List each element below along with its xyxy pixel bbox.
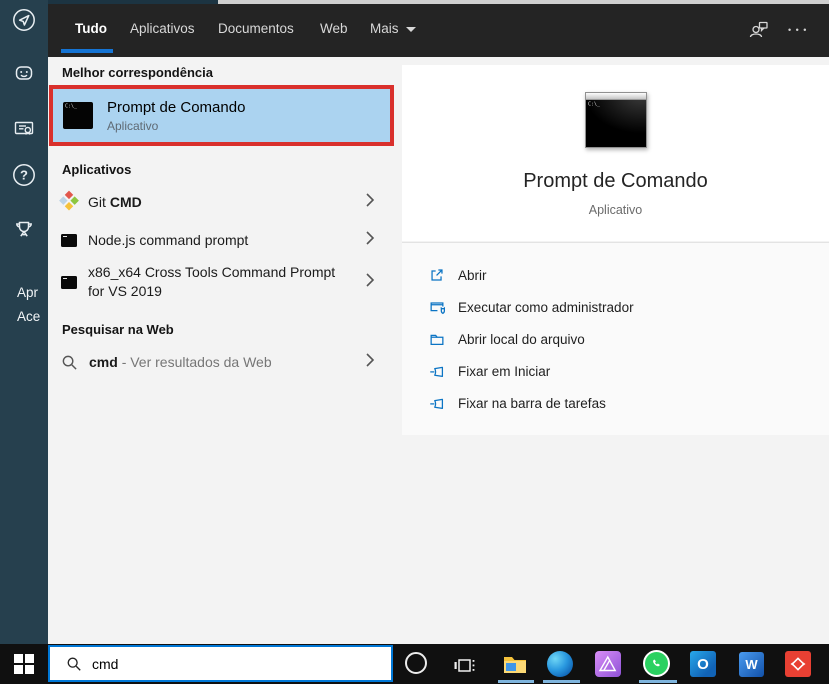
cmd-terminal-icon: C:\_: [63, 102, 93, 129]
best-match-header: Melhor correspondência: [62, 65, 213, 80]
preview-subtitle: Aplicativo: [588, 203, 643, 217]
preview-panel: C:\_ Prompt de Comando Aplicativo Abrir …: [395, 57, 829, 640]
search-input[interactable]: [92, 655, 342, 672]
chevron-right-icon: [365, 352, 375, 373]
action-fixar-em-iniciar[interactable]: Fixar em Iniciar: [402, 355, 829, 387]
action-executar-como-administrador[interactable]: Executar como administrador: [402, 291, 829, 323]
more-options-icon[interactable]: [788, 20, 807, 37]
web-search-result[interactable]: cmd - Ver resultados da Web: [48, 345, 395, 379]
start-menu-item-truncated[interactable]: Apr: [17, 285, 48, 300]
best-match-result[interactable]: C:\_ Prompt de Comando Aplicativo: [49, 85, 394, 146]
search-icon: [61, 354, 78, 371]
tab-aplicativos[interactable]: Aplicativos: [130, 21, 195, 36]
feedback-user-icon[interactable]: [746, 17, 772, 43]
best-match-title: Prompt de Comando: [107, 98, 246, 116]
whatsapp-icon[interactable]: [643, 650, 670, 677]
file-explorer-icon[interactable]: [502, 651, 528, 677]
app-result-nodejs[interactable]: Node.js command prompt: [48, 223, 395, 257]
windows-search-screen: ? Apr Ace Tudo Aplicativos Documentos We…: [0, 0, 829, 684]
folder-icon: [428, 330, 446, 348]
preview-actions: Abrir Executar como administrador Abrir …: [402, 242, 829, 435]
active-tab-underline: [61, 49, 113, 53]
pin-icon: [428, 362, 446, 380]
svg-text:?: ?: [20, 168, 28, 183]
tab-tudo[interactable]: Tudo: [75, 21, 107, 36]
tab-documentos[interactable]: Documentos: [218, 21, 294, 36]
cmd-terminal-large-icon: C:\_: [584, 92, 647, 148]
action-abrir[interactable]: Abrir: [402, 259, 829, 291]
affinity-photo-icon[interactable]: [595, 651, 621, 677]
send-icon[interactable]: [11, 7, 37, 33]
task-view-icon[interactable]: [452, 653, 476, 677]
action-fixar-na-barra-de-tarefas[interactable]: Fixar na barra de tarefas: [402, 387, 829, 419]
app-result-git-cmd[interactable]: Git CMD: [48, 185, 395, 219]
start-button[interactable]: [0, 644, 48, 684]
cortana-icon[interactable]: [405, 652, 427, 674]
start-menu-item-truncated[interactable]: Ace: [17, 309, 48, 324]
help-icon[interactable]: ?: [11, 162, 37, 188]
git-icon: [58, 190, 81, 214]
search-header: Tudo Aplicativos Documentos Web Mais: [48, 4, 829, 57]
terminal-icon: [61, 233, 77, 247]
pin-icon: [428, 394, 446, 412]
running-indicator-whatsapp: [639, 680, 677, 683]
action-abrir-local-do-arquivo[interactable]: Abrir local do arquivo: [402, 323, 829, 355]
certificate-search-icon[interactable]: [11, 115, 37, 141]
windows-logo-icon: [14, 654, 34, 674]
preview-card: C:\_ Prompt de Comando Aplicativo: [402, 65, 829, 241]
chevron-right-icon: [365, 272, 375, 293]
trophy-icon[interactable]: [11, 216, 37, 242]
red-app-icon[interactable]: [785, 651, 811, 677]
chevron-right-icon: [365, 192, 375, 213]
tab-web[interactable]: Web: [320, 21, 348, 36]
app-result-x86-x64-cross-tools[interactable]: x86_x64 Cross Tools Command Prompt for V…: [48, 259, 395, 305]
word-icon[interactable]: W: [739, 652, 764, 677]
best-match-subtitle: Aplicativo: [107, 118, 159, 133]
web-section-header: Pesquisar na Web: [62, 322, 174, 337]
terminal-icon: [61, 275, 77, 289]
search-results-panel: Melhor correspondência C:\_ Prompt de Co…: [48, 57, 395, 640]
edge-icon[interactable]: [547, 651, 573, 677]
chevron-down-icon: [405, 26, 416, 32]
apps-section-header: Aplicativos: [62, 162, 132, 177]
taskbar: O W: [0, 644, 829, 684]
running-indicator-edge: [543, 680, 580, 683]
start-sidebar: ? Apr Ace: [0, 0, 48, 644]
search-icon: [67, 657, 81, 671]
running-indicator-file-explorer: [498, 680, 534, 683]
chevron-right-icon: [365, 230, 375, 251]
admin-shield-icon: [428, 298, 446, 316]
open-icon: [428, 266, 446, 284]
robot-icon[interactable]: [11, 60, 37, 86]
outlook-icon[interactable]: O: [690, 651, 716, 677]
taskbar-search-box: [48, 645, 393, 682]
tab-mais[interactable]: Mais: [370, 21, 416, 36]
preview-title: Prompt de Comando: [523, 170, 708, 192]
